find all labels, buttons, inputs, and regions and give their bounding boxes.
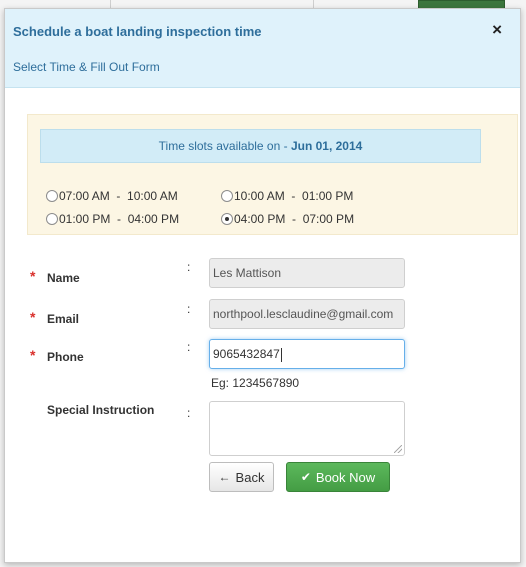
time-slot-label: 04:00 PM - 07:00 PM [234, 212, 355, 226]
checkmark-icon: ✔ [300, 470, 311, 484]
special-instruction-label: Special Instruction [47, 403, 155, 417]
time-slot-label: 07:00 AM - 10:00 AM [59, 189, 178, 203]
time-slot-label: 10:00 AM - 01:00 PM [234, 189, 354, 203]
radio-button[interactable] [221, 190, 233, 202]
time-slot-label: 01:00 PM - 04:00 PM [59, 212, 180, 226]
radio-button[interactable] [221, 213, 233, 225]
arrow-left-icon: ← [218, 470, 231, 484]
time-slot-option[interactable]: 10:00 AM - 01:00 PM [221, 189, 353, 203]
field-separator: : [187, 340, 191, 354]
field-separator: : [187, 406, 191, 420]
email-field[interactable]: northpool.lesclaudine@gmail.com [209, 299, 405, 329]
required-mark: * [30, 309, 36, 325]
slots-banner: Time slots available on - Jun 01, 2014 [40, 129, 481, 163]
slots-banner-prefix: Time slots available on - [158, 139, 291, 153]
slots-banner-date: Jun 01, 2014 [290, 139, 363, 153]
phone-hint: Eg: 1234567890 [211, 376, 300, 390]
field-separator: : [187, 260, 191, 274]
resize-handle[interactable] [394, 445, 402, 453]
time-slots-panel: Time slots available on - Jun 01, 2014 0… [27, 114, 518, 235]
email-label: Email [47, 312, 80, 326]
radio-button[interactable] [46, 190, 58, 202]
time-slot-option[interactable]: 07:00 AM - 10:00 AM [46, 189, 178, 203]
field-separator: : [187, 302, 191, 316]
back-button[interactable]: ← Back [209, 462, 274, 492]
name-label: Name [47, 271, 80, 285]
time-slot-option[interactable]: 01:00 PM - 04:00 PM [46, 212, 179, 226]
required-mark: * [30, 347, 36, 363]
required-mark: * [30, 268, 36, 284]
phone-field[interactable]: 9065432847 [209, 339, 405, 369]
dialog-subtitle: Select Time & Fill Out Form [13, 60, 160, 74]
time-slot-option[interactable]: 04:00 PM - 07:00 PM [221, 212, 354, 226]
dialog-title: Schedule a boat landing inspection time [13, 24, 262, 39]
phone-field-value: 9065432847 [213, 347, 280, 361]
back-button-label: Back [235, 469, 265, 485]
close-icon[interactable]: × [492, 21, 502, 39]
phone-label: Phone [47, 350, 84, 364]
radio-button[interactable] [46, 213, 58, 225]
schedule-dialog: Schedule a boat landing inspection time … [4, 8, 521, 563]
dialog-header: Schedule a boat landing inspection time … [5, 9, 520, 88]
name-field[interactable]: Les Mattison [209, 258, 405, 288]
text-caret [280, 347, 282, 362]
book-now-button-label: Book Now [315, 469, 376, 485]
special-instruction-textarea[interactable] [209, 401, 405, 456]
book-now-button[interactable]: ✔ Book Now [286, 462, 390, 492]
